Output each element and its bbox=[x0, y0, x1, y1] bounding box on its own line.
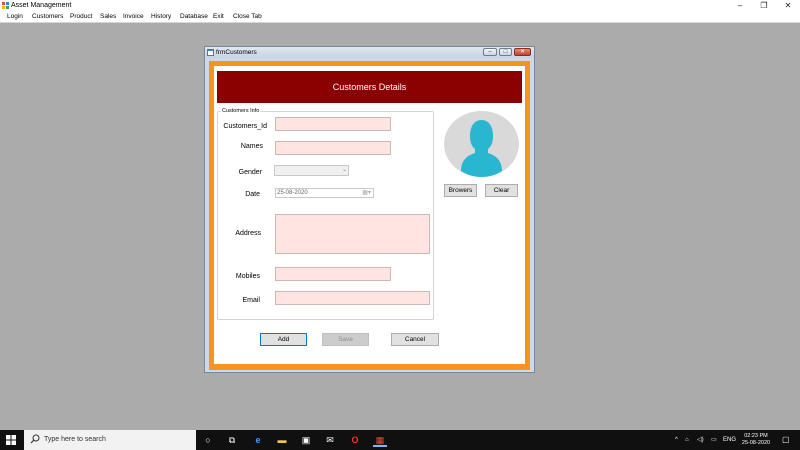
address-field[interactable] bbox=[275, 214, 430, 254]
cortana-icon[interactable]: ○ bbox=[201, 433, 215, 447]
menu-database[interactable]: Database bbox=[180, 12, 208, 22]
date-picker[interactable]: 25-08-2020 ▦▾ bbox=[275, 188, 374, 198]
child-maximize-button[interactable]: □ bbox=[499, 48, 512, 56]
menu-customers[interactable]: Customers bbox=[32, 12, 63, 22]
mail-icon[interactable]: ✉ bbox=[323, 433, 337, 447]
clock-date: 25-08-2020 bbox=[741, 440, 771, 446]
system-clock[interactable]: 02:23 PM 25-08-2020 bbox=[738, 433, 774, 447]
child-title: frmCustomers bbox=[216, 49, 257, 56]
form-panel: Customers Details Customers Info Custome… bbox=[214, 66, 525, 364]
task-view-icon[interactable]: ⧉ bbox=[225, 433, 239, 447]
close-button[interactable]: ✕ bbox=[777, 0, 799, 11]
clear-button[interactable]: Clear bbox=[485, 184, 518, 197]
file-explorer-icon[interactable]: ▬ bbox=[275, 433, 289, 447]
mobiles-label: Mobiles bbox=[235, 273, 260, 280]
cancel-button[interactable]: Cancel bbox=[391, 333, 439, 346]
customers-id-field[interactable] bbox=[275, 117, 391, 131]
customers-form-window: frmCustomers – □ ✕ Customers Details Cus… bbox=[204, 46, 535, 373]
clock-time: 02:23 PM bbox=[744, 433, 768, 439]
gender-dropdown[interactable]: ⌄ bbox=[274, 165, 349, 176]
menu-invoice[interactable]: Invoice bbox=[123, 12, 144, 22]
menu-history[interactable]: History bbox=[151, 12, 171, 22]
menu-product[interactable]: Product bbox=[70, 12, 92, 22]
chevron-down-icon: ⌄ bbox=[341, 167, 347, 173]
email-field[interactable] bbox=[275, 291, 430, 305]
gender-label: Gender bbox=[238, 169, 262, 176]
app-title: Asset Management bbox=[11, 2, 72, 9]
mobiles-field[interactable] bbox=[275, 267, 391, 281]
names-label: Names bbox=[240, 143, 263, 150]
date-label: Date bbox=[245, 191, 260, 198]
date-value: 25-08-2020 bbox=[277, 190, 308, 196]
child-minimize-button[interactable]: – bbox=[483, 48, 497, 56]
taskbar-search[interactable]: Type here to search bbox=[24, 430, 196, 450]
customers-id-label: Customers_Id bbox=[223, 123, 267, 130]
email-label: Email bbox=[242, 297, 260, 304]
app-icon bbox=[2, 2, 9, 9]
names-field[interactable] bbox=[275, 141, 391, 155]
add-button[interactable]: Add bbox=[260, 333, 307, 346]
volume-icon[interactable]: ◁) bbox=[697, 430, 704, 450]
edge-icon[interactable]: e bbox=[251, 433, 265, 447]
taskbar: Type here to search ○ ⧉ e ▬ ▣ ✉ O ▦ ^ ⌂ … bbox=[0, 430, 800, 450]
address-label: Address bbox=[235, 230, 261, 237]
chevron-up-icon[interactable]: ^ bbox=[675, 430, 678, 450]
app-title-bar: Asset Management ‒ ❐ ✕ bbox=[0, 0, 800, 11]
asset-management-app-icon[interactable]: ▦ bbox=[373, 433, 387, 447]
menu-login[interactable]: Login bbox=[7, 12, 23, 22]
page-title: Customers Details bbox=[217, 71, 522, 103]
form-border: Customers Details Customers Info Custome… bbox=[209, 61, 530, 370]
search-icon bbox=[30, 434, 40, 444]
battery-icon[interactable]: ▭ bbox=[711, 430, 717, 450]
browse-button[interactable]: Browers bbox=[444, 184, 477, 197]
save-button[interactable]: Save bbox=[322, 333, 369, 346]
language-indicator[interactable]: ENG bbox=[723, 430, 736, 450]
form-icon bbox=[207, 49, 214, 56]
customer-photo bbox=[444, 111, 519, 177]
child-close-button[interactable]: ✕ bbox=[514, 48, 531, 56]
menu-exit[interactable]: Exit bbox=[213, 12, 224, 22]
child-title-bar[interactable]: frmCustomers – □ ✕ bbox=[205, 47, 534, 58]
menu-close-tab[interactable]: Close Tab bbox=[233, 12, 262, 22]
opera-icon[interactable]: O bbox=[348, 433, 362, 447]
notification-icon[interactable]: ▢ bbox=[782, 430, 790, 450]
menu-sales[interactable]: Sales bbox=[100, 12, 116, 22]
minimize-button[interactable]: ‒ bbox=[729, 0, 751, 11]
network-icon[interactable]: ⌂ bbox=[685, 430, 689, 450]
group-title: Customers Info bbox=[221, 108, 261, 115]
calendar-icon: ▦▾ bbox=[362, 190, 371, 196]
search-placeholder: Type here to search bbox=[44, 436, 106, 443]
windows-start-icon[interactable] bbox=[6, 435, 16, 445]
menu-bar: Login Customers Product Sales Invoice Hi… bbox=[0, 11, 800, 23]
maximize-button[interactable]: ❐ bbox=[753, 0, 775, 11]
store-icon[interactable]: ▣ bbox=[299, 433, 313, 447]
